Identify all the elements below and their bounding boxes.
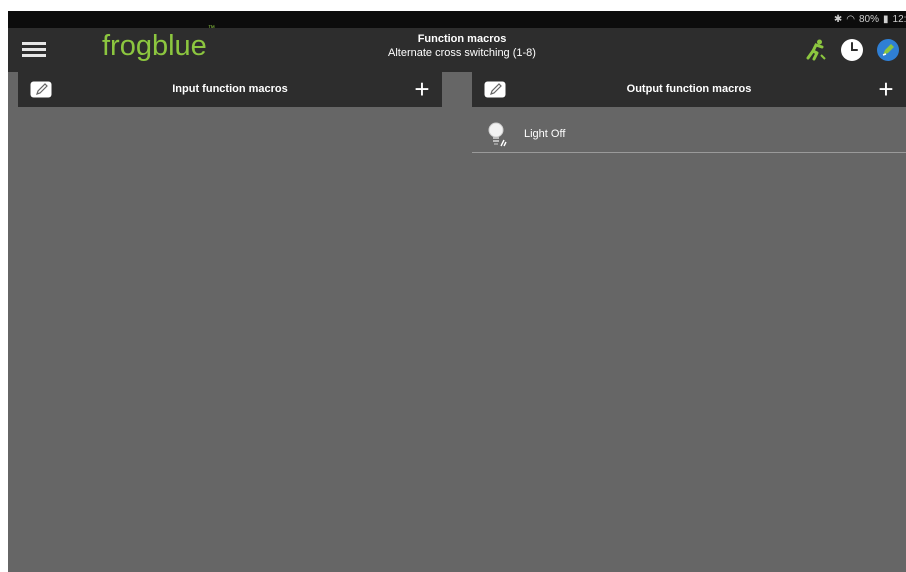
status-bar: ✱ ◠ 80% ▮ 12:0 <box>8 11 906 28</box>
list-item-label: Light Off <box>524 128 566 140</box>
frogblue-logo: frogblue™ <box>102 25 215 63</box>
wifi-icon: ◠ <box>846 14 855 25</box>
hamburger-menu-icon[interactable] <box>22 40 46 60</box>
output-macros-header: Output function macros + <box>472 72 906 107</box>
add-output-macro-button[interactable]: + <box>872 74 900 104</box>
add-input-macro-button[interactable]: + <box>408 74 436 104</box>
bluetooth-icon: ✱ <box>833 14 843 25</box>
logo-trademark: ™ <box>207 25 215 33</box>
bulb-off-icon <box>488 122 507 147</box>
clock-icon[interactable] <box>840 38 864 62</box>
status-clock: 12:0 <box>892 14 906 25</box>
app-bar-actions <box>792 38 900 62</box>
input-macros-header: Input function macros + <box>18 72 442 107</box>
page-subtitle: Alternate cross switching (1-8) <box>388 47 536 59</box>
battery-level: 80% <box>859 14 880 25</box>
edit-circle-icon[interactable] <box>876 38 900 62</box>
battery-icon: ▮ <box>883 14 889 25</box>
page-title-block: Function macros Alternate cross switchin… <box>308 32 616 61</box>
person-run-icon[interactable] <box>804 38 828 62</box>
output-macros-title: Output function macros <box>626 83 752 95</box>
list-item[interactable]: Light Off <box>472 118 906 153</box>
page-title: Function macros <box>417 33 507 45</box>
logo-text: frogblue <box>102 30 207 62</box>
input-macros-title: Input function macros <box>172 83 288 95</box>
app-screen: ✱ ◠ 80% ▮ 12:0 frogblue™ Function macros… <box>8 11 906 572</box>
app-bar: frogblue™ Function macros Alternate cros… <box>8 25 906 72</box>
